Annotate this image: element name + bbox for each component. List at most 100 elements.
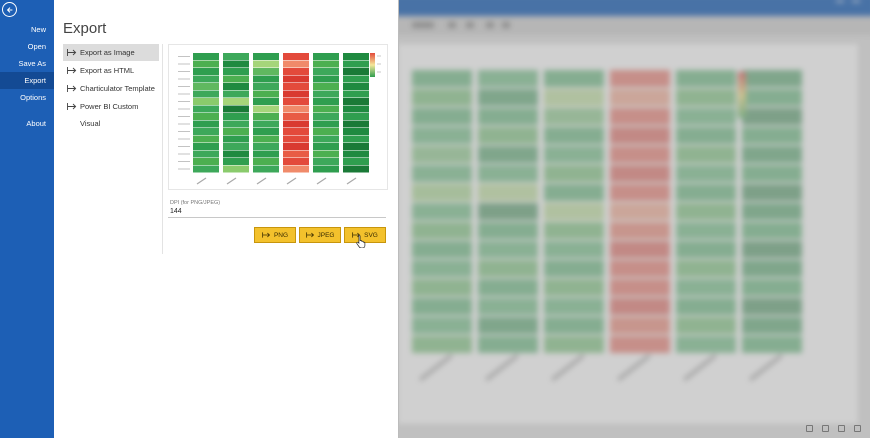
heatmap-cell <box>223 90 249 98</box>
nav-item-open[interactable]: Open <box>0 38 54 55</box>
nav-item-new[interactable]: New <box>0 21 54 38</box>
heatmap-cell <box>193 75 219 83</box>
heatmap-cell <box>253 68 279 75</box>
heatmap-cell <box>253 150 279 158</box>
file-menu-sidebar: New Open Save As Export Options About <box>0 0 54 438</box>
fullscreen-icon <box>854 425 861 432</box>
export-arrow-icon <box>67 67 77 74</box>
heatmap-cell <box>343 83 369 90</box>
preview-heatmap <box>178 53 381 185</box>
heatmap-cell <box>253 53 279 60</box>
heatmap-cell <box>313 60 339 68</box>
heatmap-cell <box>313 128 339 135</box>
background-app-window <box>398 0 870 438</box>
heatmap-cell <box>253 165 279 173</box>
heatmap-cell <box>343 128 369 135</box>
panel-divider <box>162 44 163 254</box>
x-axis-label-placeholder <box>226 177 237 185</box>
heatmap-cell <box>253 143 279 150</box>
heatmap-cell <box>223 113 249 120</box>
heatmap-cell <box>343 68 369 75</box>
heatmap-cell <box>223 128 249 135</box>
nav-item-about[interactable]: About <box>0 115 54 132</box>
heatmap-cell <box>283 128 309 135</box>
heatmap-cell <box>283 75 309 83</box>
heatmap-cell <box>193 98 219 105</box>
heatmap-cell <box>223 60 249 68</box>
heatmap-cell <box>253 105 279 113</box>
heatmap-cell <box>343 53 369 60</box>
heatmap-cell <box>253 83 279 90</box>
option-label: Export as Image <box>80 48 135 57</box>
nav-item-save-as[interactable]: Save As <box>0 55 54 72</box>
heatmap-cell <box>223 53 249 60</box>
heatmap-cell <box>193 90 219 98</box>
heatmap-cell <box>313 68 339 75</box>
heatmap-cell <box>283 83 309 90</box>
heatmap-cell <box>193 135 219 143</box>
export-arrow-icon <box>67 85 77 92</box>
heatmap-cell <box>283 60 309 68</box>
option-label: Export as HTML <box>80 66 135 75</box>
heatmap-cell <box>313 98 339 105</box>
dpi-input[interactable] <box>168 206 386 218</box>
export-arrow-icon <box>67 103 77 110</box>
heatmap-cell <box>283 158 309 165</box>
heatmap-cell <box>313 143 339 150</box>
heatmap-cell <box>313 165 339 173</box>
heatmap-cell <box>343 150 369 158</box>
button-label: PNG <box>273 231 289 239</box>
export-arrow-icon <box>67 49 77 56</box>
heatmap-cell <box>223 150 249 158</box>
heatmap-cell <box>283 68 309 75</box>
export-png-button[interactable]: PNG <box>254 227 296 243</box>
heatmap-cell <box>223 105 249 113</box>
heatmap-cell <box>313 105 339 113</box>
heatmap-cell <box>343 158 369 165</box>
option-export-as-image[interactable]: Export as Image <box>63 44 159 61</box>
heatmap-cell <box>193 60 219 68</box>
heatmap-cell <box>343 143 369 150</box>
x-axis-label-placeholder <box>196 177 207 185</box>
x-axis-label-placeholder <box>256 177 267 185</box>
nav-item-export[interactable]: Export <box>0 72 54 89</box>
heatmap-cell <box>313 113 339 120</box>
heatmap-cell <box>193 53 219 60</box>
heatmap-cell <box>193 120 219 128</box>
export-arrow-icon <box>305 232 314 238</box>
heatmap-cell <box>193 128 219 135</box>
option-power-bi-custom-visual[interactable]: Power BI Custom Visual <box>63 98 159 128</box>
heatmap-cell <box>283 53 309 60</box>
export-options-list: Export as Image Export as HTML Charticul… <box>63 44 159 128</box>
heatmap-cell <box>313 120 339 128</box>
heatmap-cell <box>223 158 249 165</box>
heatmap-cell <box>253 113 279 120</box>
heatmap-cell <box>343 120 369 128</box>
heatmap-cell <box>223 98 249 105</box>
option-label: Charticulator Template <box>80 84 155 93</box>
option-charticulator-template[interactable]: Charticulator Template <box>63 80 159 97</box>
option-export-as-html[interactable]: Export as HTML <box>63 62 159 79</box>
zoom-icon <box>806 425 813 432</box>
export-jpeg-button[interactable]: JPEG <box>299 227 341 243</box>
heatmap-cell <box>343 135 369 143</box>
heatmap-cell <box>223 143 249 150</box>
page-title: Export <box>63 20 107 37</box>
heatmap-cell <box>253 98 279 105</box>
back-arrow-icon[interactable] <box>2 2 17 17</box>
heatmap-cell <box>343 165 369 173</box>
heatmap-cell <box>223 68 249 75</box>
nav-item-options[interactable]: Options <box>0 89 54 106</box>
heatmap-cell <box>193 68 219 75</box>
heatmap-cell <box>253 90 279 98</box>
heatmap-cell <box>343 90 369 98</box>
heatmap-cell <box>283 113 309 120</box>
heatmap-cell <box>313 83 339 90</box>
heatmap-cell <box>253 120 279 128</box>
heatmap-cell <box>343 98 369 105</box>
export-panel: Export Export as Image Export as HTML Ch… <box>54 0 399 438</box>
heatmap-cell <box>313 158 339 165</box>
heatmap-cell <box>313 135 339 143</box>
heatmap-cell <box>193 143 219 150</box>
heatmap-cell <box>283 120 309 128</box>
